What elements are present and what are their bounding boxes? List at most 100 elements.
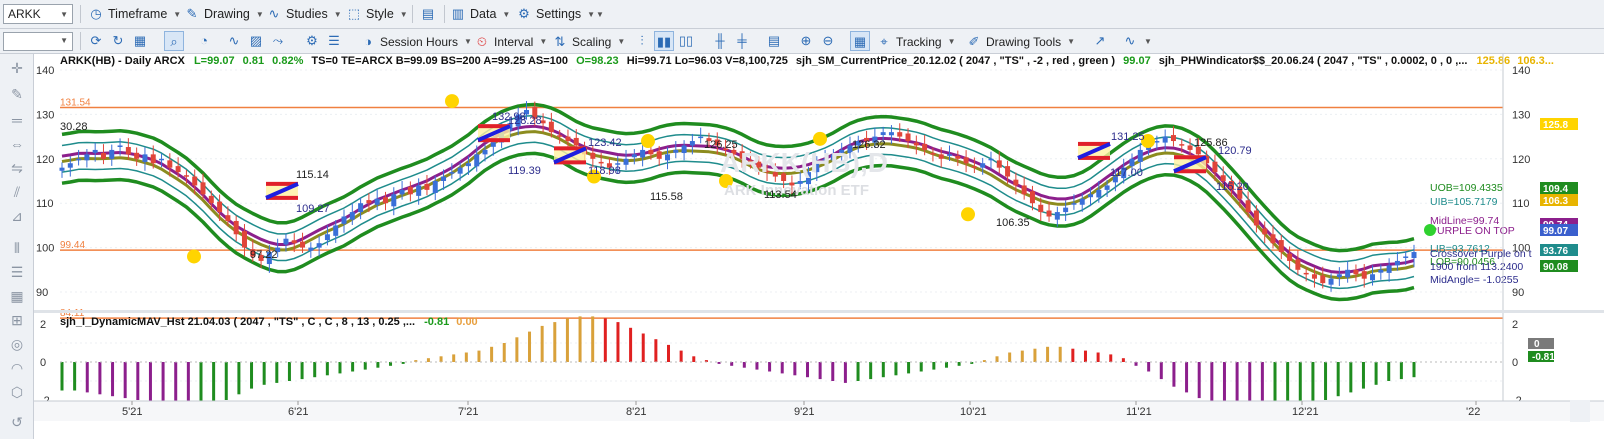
undo-icon[interactable]: ↺ — [7, 412, 27, 432]
candle-up — [673, 149, 679, 153]
hollow-candle-icon[interactable]: ▯▯ — [676, 31, 696, 51]
price-tick-label: 90 — [1512, 287, 1524, 299]
candle-up — [391, 194, 397, 207]
candle-down — [1046, 210, 1052, 217]
analysis-icon[interactable]: ∿ — [1120, 31, 1140, 51]
candle-down — [134, 152, 140, 159]
price-badge-text: 125.8 — [1543, 120, 1568, 131]
bar-chart-icon[interactable]: ⫶ — [632, 31, 652, 51]
timeframe-menu[interactable]: ◷ Timeframe ▼ — [88, 4, 181, 24]
sliders-icon[interactable]: ☰ — [324, 31, 344, 51]
layout-icon[interactable]: ▤ — [418, 4, 438, 24]
candle-down — [167, 160, 173, 168]
candle-down — [1262, 228, 1268, 235]
refresh-icon[interactable]: ⟳ — [86, 31, 106, 51]
histogram-bar — [502, 343, 506, 362]
indicator-icon[interactable]: ∿ — [224, 31, 244, 51]
session-hours-menu[interactable]: ◑ Session Hours ▼ — [360, 32, 472, 51]
window-icon[interactable]: ▤ — [764, 31, 784, 51]
pencil-tool-icon[interactable]: ✎ — [7, 84, 27, 104]
candle-up — [1328, 278, 1334, 285]
reload-icon[interactable]: ↻ — [108, 31, 128, 51]
candle-down — [1013, 179, 1019, 186]
histogram-bar — [805, 362, 809, 378]
candle-up — [689, 141, 695, 146]
legend-change: 0.81 — [243, 55, 264, 67]
fib-icon[interactable]: ☰ — [7, 262, 27, 282]
symbol-input[interactable]: ARKK ▼ — [3, 4, 73, 24]
configure-icon[interactable]: ⚙ — [302, 31, 322, 51]
studies-menu[interactable]: ∿ Studies ▼ — [266, 4, 342, 24]
data-icon: ▥ — [451, 6, 465, 21]
price-tick-label: 110 — [1512, 198, 1530, 210]
session-hours-label: Session Hours — [380, 34, 459, 49]
histogram-bar — [869, 362, 873, 380]
crosshair-tool-icon[interactable]: ✛ — [7, 58, 27, 78]
ray-icon[interactable]: ⇋ — [7, 158, 27, 178]
candle-up — [631, 154, 637, 158]
tracking-menu[interactable]: ⌖ Tracking ▼ — [876, 32, 955, 51]
cycle-icon[interactable]: ◎ — [7, 334, 27, 354]
shapes-icon[interactable]: ⬡ — [7, 382, 27, 402]
candle-down — [1270, 234, 1276, 244]
drawing-menu[interactable]: ✎ Drawing ▼ — [184, 4, 264, 24]
chart-toolbar: ▼ ⟳ ↻ ▦ ⌕ ◔ ∿ ▨ ⤳ ⚙ ☰ ◑ Session Hours ▼ … — [0, 29, 1604, 54]
candlestick-icon[interactable]: ▮▮ — [654, 31, 674, 51]
trendline-icon[interactable]: ⇔ — [7, 134, 27, 154]
ruler-icon[interactable]: ⊿ — [7, 206, 27, 226]
grid-icon[interactable]: ▦ — [130, 31, 150, 51]
drawing-tools-menu[interactable]: ✐ Drawing Tools ▼ — [966, 32, 1076, 51]
curve-icon[interactable]: ⤳ — [268, 31, 288, 51]
candle-down — [1320, 275, 1326, 284]
histogram-bar — [389, 362, 393, 366]
scroll-corner[interactable] — [1570, 400, 1590, 422]
candle-up — [1403, 256, 1409, 258]
pane-divider[interactable] — [34, 310, 1604, 313]
price-badge-text: 93.76 — [1543, 246, 1568, 257]
speedometer-icon[interactable]: ◔ — [194, 31, 214, 51]
vertical-lines-icon[interactable]: ⦀ — [7, 238, 27, 258]
chart-area[interactable]: 131.5499.4484.11 ARKK(HB),D ARK Innovati… — [34, 54, 1604, 439]
price-annotation: 120.79 — [1218, 145, 1252, 157]
trend-chart-icon[interactable]: ↗ — [1090, 31, 1110, 51]
histogram-bar — [287, 362, 291, 381]
grid-toggle-icon[interactable]: ▦ — [850, 31, 870, 51]
candle-up — [1096, 189, 1102, 198]
data-menu[interactable]: ▥ Data ▼ — [450, 4, 510, 24]
style-menu[interactable]: ⬚ Style ▼ — [346, 4, 408, 24]
price-level-label: 131.54 — [60, 98, 91, 109]
text-tool-icon[interactable]: ⊞ — [7, 310, 27, 330]
image-icon[interactable]: ▨ — [246, 31, 266, 51]
grid-tool-icon[interactable]: ▦ — [7, 286, 27, 306]
settings-menu[interactable]: ⚙ Settings ▼ — [516, 4, 595, 24]
histogram-bar — [85, 362, 89, 393]
zoom-search-icon[interactable]: ⌕ — [164, 31, 184, 51]
zoom-out-icon[interactable]: ⊖ — [818, 31, 838, 51]
toolbar-overflow[interactable]: ▼ — [1142, 32, 1152, 51]
channel-icon[interactable]: ⫽ — [7, 182, 27, 202]
candle-down — [1179, 144, 1185, 146]
interval-menu[interactable]: ⏲ Interval ▼ — [474, 32, 547, 51]
candle-up — [1088, 194, 1094, 198]
lower-badge-value-text: -0.81 — [1532, 352, 1555, 363]
scaling-menu[interactable]: ⇅ Scaling ▼ — [552, 32, 626, 51]
candle-up — [341, 216, 347, 224]
arc-icon[interactable]: ◠ — [7, 358, 27, 378]
line-chart-icon[interactable]: ╪ — [732, 31, 752, 51]
studies-icon: ∿ — [268, 6, 280, 21]
interval-select[interactable]: ▼ — [3, 32, 73, 51]
lower-badge-zero — [1528, 338, 1554, 349]
histogram-bar — [1324, 362, 1328, 400]
zoom-in-icon[interactable]: ⊕ — [796, 31, 816, 51]
candle-up — [681, 145, 687, 154]
price-annotation: 119.39 — [508, 165, 541, 177]
candle-down — [905, 133, 911, 142]
toolbar-overflow[interactable]: ▼ — [594, 4, 604, 24]
ohlc-icon[interactable]: ╫ — [710, 31, 730, 51]
candle-up — [67, 163, 73, 168]
candle-up — [947, 154, 953, 156]
histogram-bar — [793, 362, 797, 376]
pencil-icon: ✎ — [186, 6, 198, 21]
histogram-bar — [1147, 362, 1151, 372]
horizontal-line-icon[interactable]: ═ — [7, 110, 27, 130]
